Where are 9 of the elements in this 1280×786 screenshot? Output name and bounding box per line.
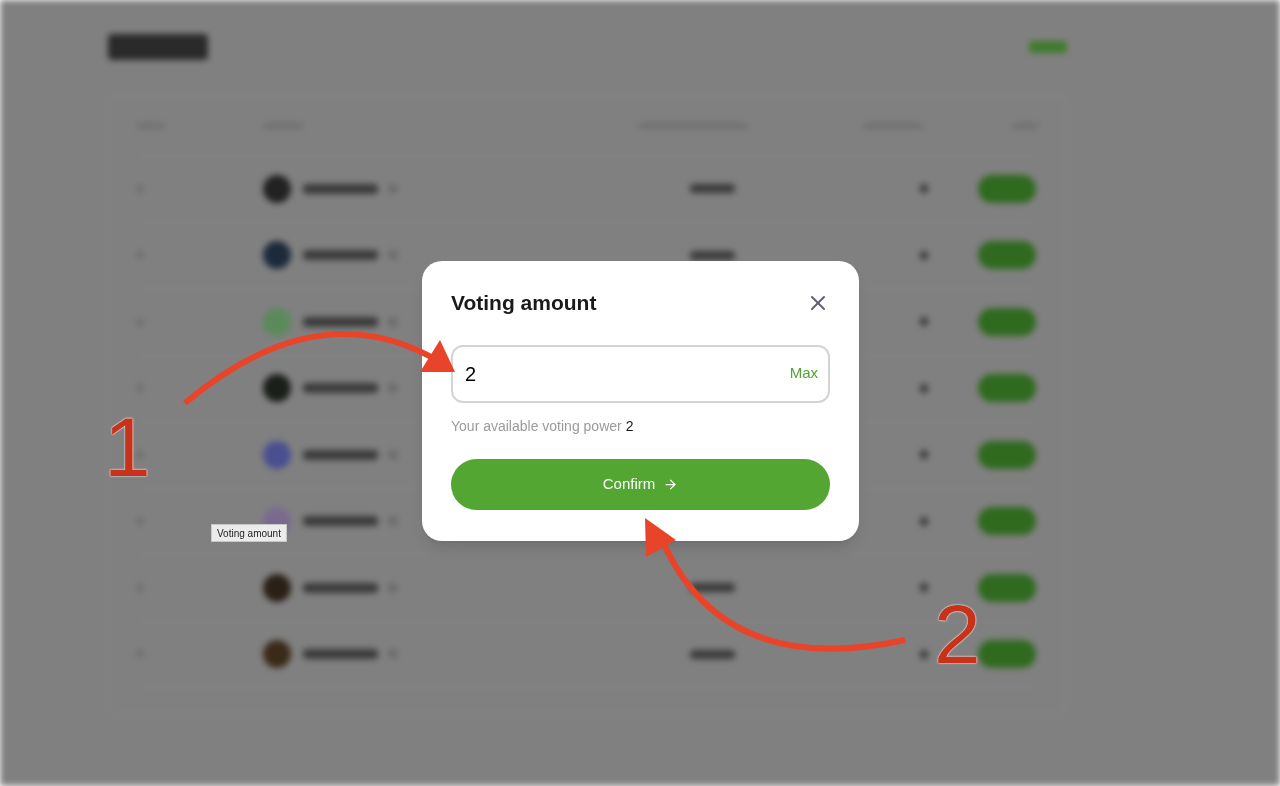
dialog-title: Voting amount	[451, 290, 597, 316]
arrow-right-icon	[663, 476, 679, 492]
available-power-value: 2	[625, 416, 634, 436]
amount-field[interactable]: 2 Max	[451, 344, 830, 403]
available-power-label: Your available voting power	[451, 416, 622, 436]
step-number: 1	[104, 405, 151, 489]
step-number: 2	[934, 592, 981, 676]
tooltip: Voting amount	[211, 524, 287, 542]
amount-input[interactable]: 2	[465, 358, 790, 389]
